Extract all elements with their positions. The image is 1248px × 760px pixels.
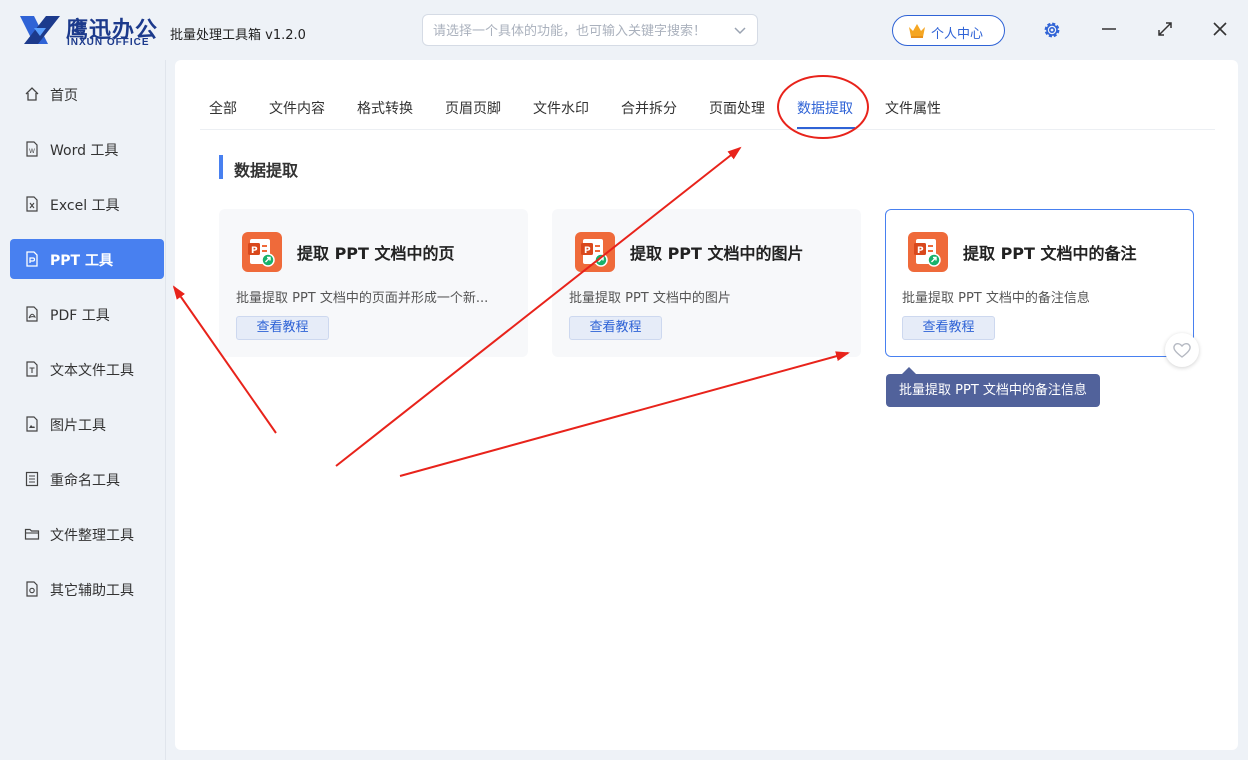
tooltip-arrow xyxy=(902,367,916,374)
search-box[interactable] xyxy=(422,14,758,46)
tab-format-convert[interactable]: 格式转换 xyxy=(357,98,413,118)
app-title: 批量处理工具箱 v1.2.0 xyxy=(170,28,306,43)
gear-icon[interactable] xyxy=(1042,20,1062,40)
section-title: 数据提取 xyxy=(234,161,299,180)
personal-center-label: 个人中心 xyxy=(931,27,984,42)
favorite-button[interactable] xyxy=(1165,333,1199,367)
sidebar-item-label: PDF 工具 xyxy=(50,308,110,324)
tool-card-extract-pages[interactable]: P 提取 PPT 文档中的页 批量提取 PPT 文档中的页面并形成一个新... … xyxy=(219,209,528,357)
sidebar-item-ppt[interactable]: PPT 工具 xyxy=(10,239,164,279)
personal-center-button[interactable]: 个人中心 xyxy=(892,15,1005,46)
excel-file-icon xyxy=(26,196,38,212)
svg-text:P: P xyxy=(917,246,924,256)
card-title: 提取 PPT 文档中的备注 xyxy=(963,244,1137,263)
tab-file-properties[interactable]: 文件属性 xyxy=(885,98,941,118)
logo-subtext: INXUN OFFICE xyxy=(67,37,150,48)
ppt-file-icon xyxy=(26,251,38,267)
close-icon[interactable] xyxy=(1211,20,1229,38)
sidebar-item-label: 其它辅助工具 xyxy=(50,583,134,599)
maximize-icon[interactable] xyxy=(1156,20,1174,38)
tab-all[interactable]: 全部 xyxy=(209,98,237,118)
view-tutorial-button[interactable]: 查看教程 xyxy=(236,316,329,340)
ppt-tool-icon: P xyxy=(908,232,948,272)
pdf-file-icon xyxy=(26,306,38,322)
tab-header-footer[interactable]: 页眉页脚 xyxy=(445,98,501,118)
sidebar-item-rename[interactable]: 重命名工具 xyxy=(10,459,164,499)
card-description: 批量提取 PPT 文档中的页面并形成一个新... xyxy=(236,291,489,306)
sidebar-item-file-organize[interactable]: 文件整理工具 xyxy=(10,514,164,554)
ppt-tool-icon: P xyxy=(575,232,615,272)
sidebar-item-label: 重命名工具 xyxy=(50,473,120,489)
main-panel: 全部 文件内容 格式转换 页眉页脚 文件水印 合并拆分 页面处理 数据提取 文件… xyxy=(175,60,1238,750)
svg-text:P: P xyxy=(251,246,258,256)
view-tutorial-button[interactable]: 查看教程 xyxy=(902,316,995,340)
tab-data-extract[interactable]: 数据提取 xyxy=(797,98,853,118)
tab-file-content[interactable]: 文件内容 xyxy=(269,98,325,118)
title-bar: 鹰迅办公 INXUN OFFICE 批量处理工具箱 v1.2.0 个人中心 xyxy=(0,0,1248,60)
image-file-icon xyxy=(26,416,38,432)
active-tab-indicator xyxy=(797,127,855,129)
view-tutorial-button[interactable]: 查看教程 xyxy=(569,316,662,340)
card-description: 批量提取 PPT 文档中的图片 xyxy=(569,291,731,306)
sidebar-item-image[interactable]: 图片工具 xyxy=(10,404,164,444)
sidebar-item-excel[interactable]: Excel 工具 xyxy=(10,184,164,224)
tooltip: 批量提取 PPT 文档中的备注信息 xyxy=(886,374,1100,407)
chevron-down-icon[interactable] xyxy=(733,23,747,37)
text-file-icon xyxy=(26,361,38,377)
tab-merge-split[interactable]: 合并拆分 xyxy=(621,98,677,118)
sidebar-item-other-tools[interactable]: 其它辅助工具 xyxy=(10,569,164,609)
sidebar-item-label: Excel 工具 xyxy=(50,198,120,214)
heart-icon xyxy=(1173,342,1191,358)
section-accent-bar xyxy=(219,155,223,179)
category-tabs: 全部 文件内容 格式转换 页眉页脚 文件水印 合并拆分 页面处理 数据提取 文件… xyxy=(200,60,1215,130)
sidebar-item-label: Word 工具 xyxy=(50,143,119,159)
app-logo: 鹰迅办公 INXUN OFFICE xyxy=(18,12,160,48)
sidebar: 首页 W Word 工具 Excel 工具 PPT 工具 PDF 工具 文本文件… xyxy=(0,60,166,760)
sidebar-item-pdf[interactable]: PDF 工具 xyxy=(10,294,164,334)
sidebar-item-label: 文本文件工具 xyxy=(50,363,134,379)
tab-watermark[interactable]: 文件水印 xyxy=(533,98,589,118)
tool-card-extract-images[interactable]: P 提取 PPT 文档中的图片 批量提取 PPT 文档中的图片 查看教程 xyxy=(552,209,861,357)
tool-card-extract-notes[interactable]: P 提取 PPT 文档中的备注 批量提取 PPT 文档中的备注信息 查看教程 xyxy=(885,209,1194,357)
sidebar-item-label: 文件整理工具 xyxy=(50,528,134,544)
sidebar-item-home[interactable]: 首页 xyxy=(10,74,164,114)
sidebar-item-label: 首页 xyxy=(50,88,78,104)
minimize-icon[interactable] xyxy=(1100,20,1118,38)
sidebar-item-label: 图片工具 xyxy=(50,418,106,434)
sidebar-item-label: PPT 工具 xyxy=(50,253,113,269)
sidebar-item-word[interactable]: W Word 工具 xyxy=(10,129,164,169)
card-description: 批量提取 PPT 文档中的备注信息 xyxy=(902,291,1090,306)
tools-icon xyxy=(26,581,38,597)
logo-mark-icon xyxy=(20,16,60,44)
crown-icon xyxy=(909,24,925,38)
ppt-tool-icon: P xyxy=(242,232,282,272)
svg-text:W: W xyxy=(29,148,35,155)
card-title: 提取 PPT 文档中的图片 xyxy=(630,244,804,263)
card-title: 提取 PPT 文档中的页 xyxy=(297,244,455,263)
search-input[interactable] xyxy=(433,21,723,41)
rename-icon xyxy=(25,471,39,487)
tab-page-processing[interactable]: 页面处理 xyxy=(709,98,765,118)
word-file-icon: W xyxy=(26,141,38,157)
svg-text:P: P xyxy=(584,246,591,256)
home-icon xyxy=(25,87,39,101)
folder-icon xyxy=(24,528,40,540)
sidebar-item-text-file[interactable]: 文本文件工具 xyxy=(10,349,164,389)
